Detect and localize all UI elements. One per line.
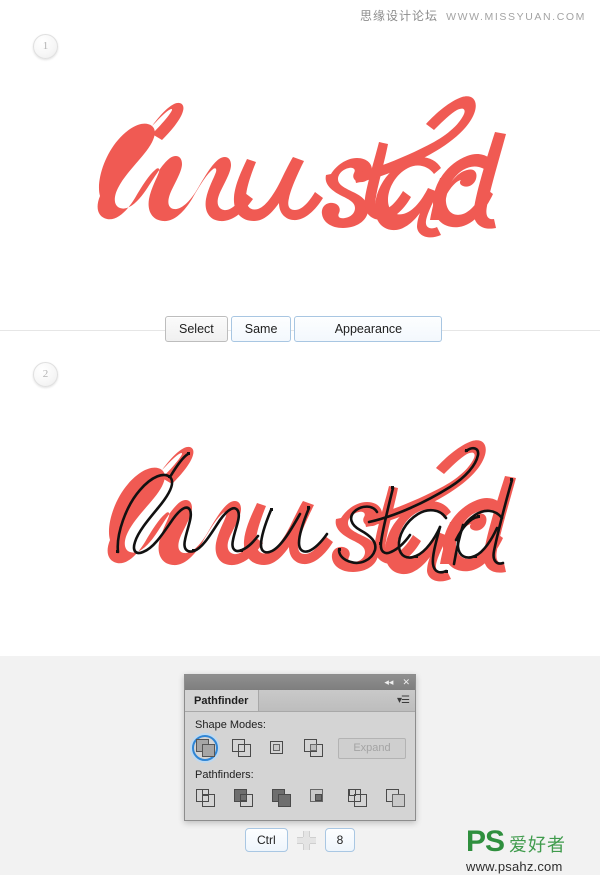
unite-front-square (202, 744, 215, 757)
pathfinder-panel: ◂◂ ✕ Pathfinder ▾☰ Shape Modes: Expand P… (184, 674, 416, 821)
pathfinders-row (194, 786, 406, 810)
bottom-watermark-brand-line: PS 爱好者 (466, 827, 566, 857)
shape-modes-label: Shape Modes: (195, 719, 266, 731)
crop-icon[interactable] (308, 786, 334, 810)
panel-titlebar: ◂◂ ✕ (185, 675, 415, 690)
unite-icon[interactable] (192, 735, 220, 761)
minus-front-icon[interactable] (230, 736, 256, 760)
minus-back-icon[interactable] (384, 786, 410, 810)
pathfinders-label: Pathfinders: (195, 769, 254, 781)
artwork-mustard-filled (97, 96, 506, 238)
bottom-watermark-brand: PS (466, 825, 505, 858)
step-badge-1: 1 (33, 34, 58, 59)
bottom-watermark-cn: 爱好者 (509, 835, 567, 855)
divide-icon[interactable] (194, 786, 220, 810)
top-watermark-cn: 思缘设计论坛 (360, 9, 439, 23)
exclude-icon[interactable] (302, 736, 328, 760)
key-8[interactable]: 8 (324, 828, 356, 852)
trim-icon[interactable] (232, 786, 258, 810)
divide-slice-square (202, 789, 209, 796)
menu-path-breadcrumb: Select Same Appearance (165, 316, 443, 342)
menu-button-select[interactable]: Select (165, 316, 228, 342)
tab-spacer (259, 690, 397, 711)
plus-core (302, 836, 310, 844)
panel-tab-row: Pathfinder ▾☰ (185, 690, 415, 712)
outline-corner-square (349, 789, 356, 796)
plus-icon (296, 830, 316, 850)
collapse-icon[interactable]: ◂◂ (384, 678, 393, 687)
merge-icon[interactable] (270, 786, 296, 810)
outline-icon[interactable] (346, 786, 372, 810)
bottom-watermark-url: www.psahz.com (466, 859, 563, 874)
shape-modes-row: Expand (192, 735, 406, 761)
menu-button-appearance[interactable]: Appearance (294, 316, 443, 342)
exclude-overlap-square (310, 744, 317, 751)
minus-back-front-square (392, 794, 405, 807)
top-watermark-url: WWW.MISSYUAN.COM (446, 11, 586, 23)
menu-button-same[interactable]: Same (230, 316, 292, 342)
trim-overlap-square (240, 794, 247, 801)
key-ctrl[interactable]: Ctrl (245, 828, 288, 852)
close-icon[interactable]: ✕ (402, 678, 410, 687)
panel-menu-icon[interactable]: ▾☰ (397, 690, 415, 711)
bottom-watermark: PS 爱好者 www.psahz.com (466, 827, 566, 875)
canvas-area: 思缘设计论坛 WWW.MISSYUAN.COM 1 Select Same Ap… (0, 0, 600, 657)
tab-pathfinder[interactable]: Pathfinder (185, 690, 260, 711)
step-badge-2: 2 (33, 362, 58, 387)
top-watermark: 思缘设计论坛 WWW.MISSYUAN.COM (360, 7, 586, 24)
intersect-overlap-square (273, 744, 280, 751)
merge-front-square (278, 794, 291, 807)
crop-overlap-square (315, 794, 322, 801)
expand-button[interactable]: Expand (338, 737, 406, 759)
artwork-mustard-outlined (107, 440, 516, 582)
intersect-icon[interactable] (266, 736, 292, 760)
minus-front-front-square (238, 744, 251, 757)
keyboard-shortcut: Ctrl 8 (245, 828, 356, 852)
panel-body: Shape Modes: Expand Pathfinders: (185, 712, 415, 820)
